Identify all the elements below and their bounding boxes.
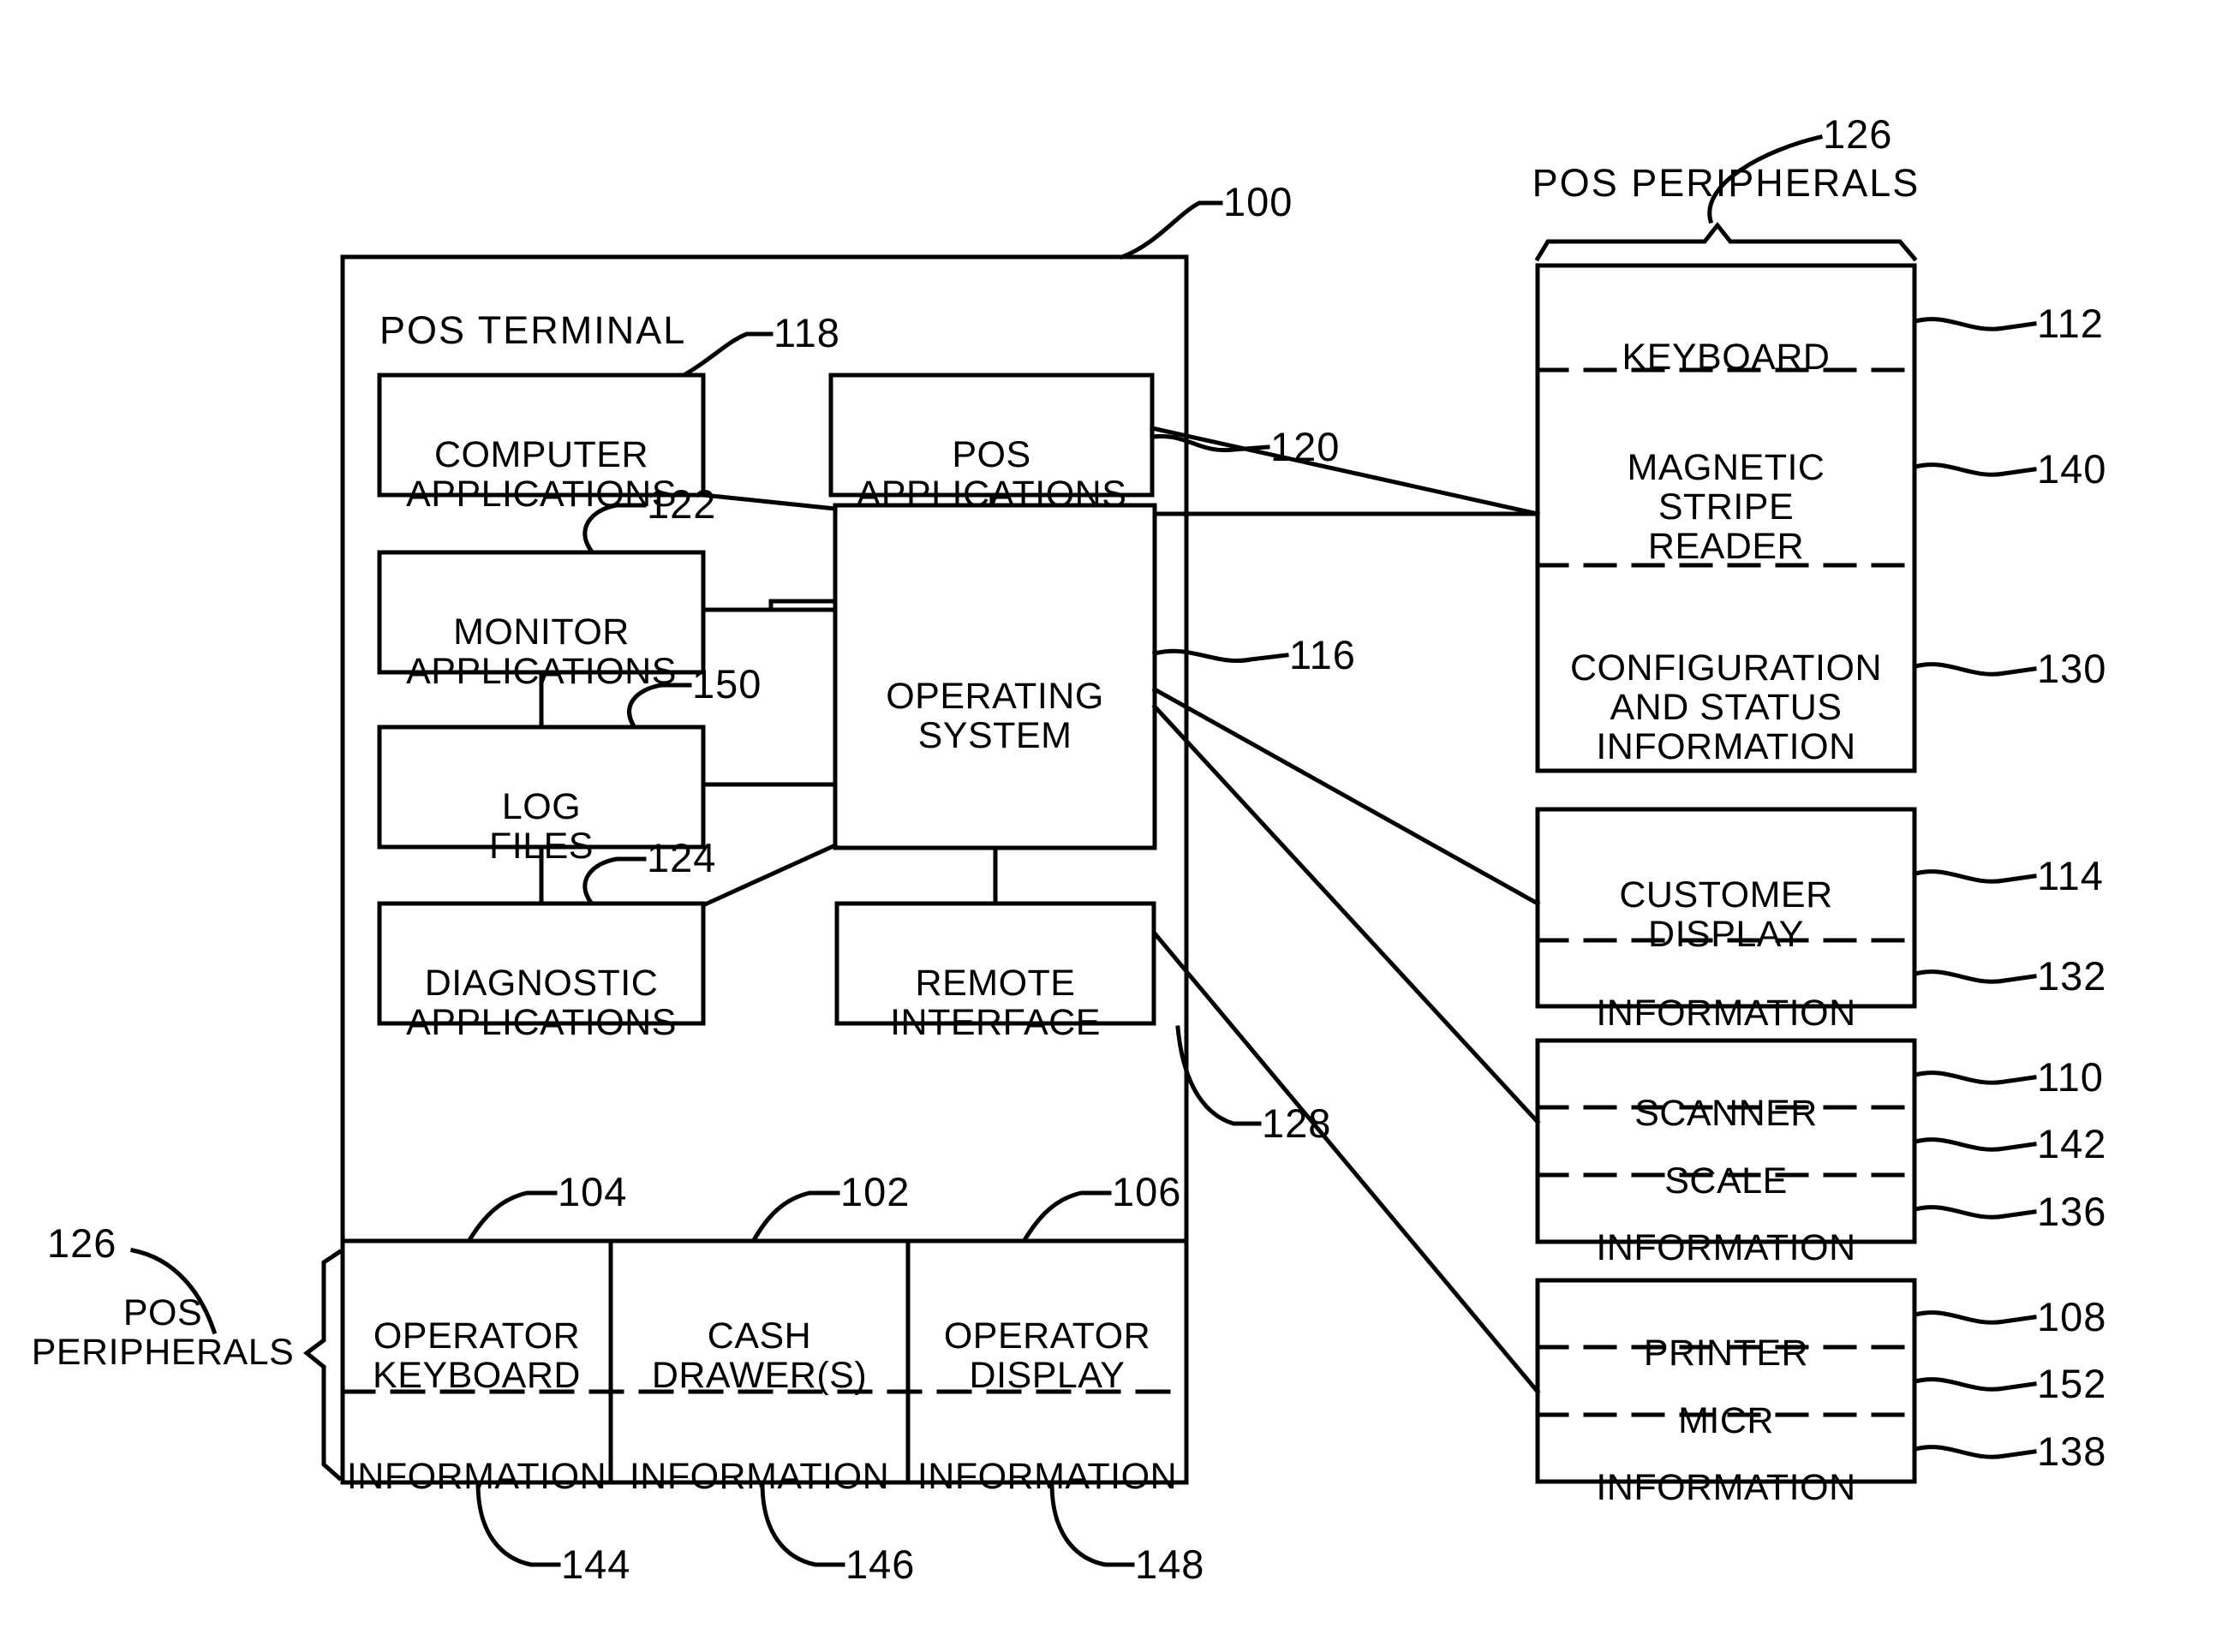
ref-number-120: 120: [1270, 424, 1341, 469]
diagnostic-applications-text: DIAGNOSTIC APPLICATIONS: [406, 963, 677, 1043]
ref-number-142: 142: [2037, 1121, 2107, 1166]
operating-system-label: OPERATING SYSTEM: [835, 505, 1155, 848]
ref-number-148: 148: [1135, 1542, 1205, 1587]
link-diagnostic-os: [700, 842, 839, 909]
remote-interface-label: REMOTE INTERFACE: [837, 904, 1154, 1042]
micr-label: MICR: [1538, 1347, 1914, 1440]
ref-130-leader: [1912, 662, 2037, 677]
ref-number-152: 152: [2037, 1361, 2107, 1406]
ref-138-leader: [1912, 1445, 2037, 1459]
ref-number-106: 106: [1112, 1169, 1182, 1214]
operating-system-text: OPERATING SYSTEM: [886, 676, 1104, 756]
ref-110-leader: [1912, 1071, 2037, 1085]
bottom-pos-peripherals-group-label: POS PERIPHERALS: [31, 1292, 295, 1373]
ref-number-130: 130: [2037, 646, 2107, 691]
operator-keyboard-information-label: INFORMATION: [343, 1392, 611, 1496]
monitor-applications-text: MONITOR APPLICATIONS: [406, 611, 677, 692]
configuration-and-status-information-label: CONFIGURATION AND STATUS INFORMATION: [1538, 565, 1914, 771]
ref-number-108: 108: [2037, 1294, 2107, 1339]
ref-132-leader: [1912, 969, 2037, 984]
ref-number-150: 150: [692, 661, 762, 707]
ref-number-136: 136: [2037, 1189, 2107, 1234]
operator-keyboard-label: OPERATOR KEYBOARD: [343, 1241, 611, 1395]
printer-label: PRINTER: [1538, 1280, 1914, 1373]
log-files-label: LOG FILES: [379, 727, 703, 866]
ref-106-leader: [1021, 1190, 1112, 1243]
link-os-customer-display: [1151, 686, 1541, 907]
ref-116-leader: [1151, 648, 1289, 663]
link-os-scanner: [1151, 703, 1541, 1125]
operator-display-information-label: INFORMATION: [908, 1392, 1186, 1496]
printer-information-label: INFORMATION: [1538, 1415, 1914, 1507]
ref-152-leader: [1912, 1377, 2037, 1392]
ref-100-leader: [1119, 200, 1223, 260]
keyboard-label: KEYBOARD: [1538, 265, 1914, 377]
link-os-printer: [1151, 930, 1541, 1395]
ref-140-leader: [1912, 462, 2037, 477]
right-peripherals-brace: [1534, 221, 1918, 262]
ref-104-leader: [466, 1190, 558, 1243]
link-posapps-msr: [1150, 426, 1540, 516]
ref-number-116: 116: [1289, 632, 1356, 677]
ref-number-126-bottom: 126: [47, 1220, 117, 1266]
ref-number-140: 140: [2037, 446, 2107, 492]
ref-112-leader: [1912, 317, 2037, 331]
ref-142-leader: [1912, 1137, 2037, 1152]
scanner-information-text: INFORMATION: [1596, 1227, 1856, 1268]
ref-number-114: 114: [2037, 853, 2104, 898]
ref-136-leader: [1912, 1205, 2037, 1220]
cash-drawers-label: CASH DRAWER(S): [611, 1241, 908, 1395]
operator-display-information-text: INFORMATION: [917, 1456, 1178, 1497]
scanner-label: SCANNER: [1538, 1041, 1914, 1133]
ref-number-118: 118: [774, 310, 840, 355]
ref-number-126-top: 126: [1823, 111, 1893, 157]
right-pos-peripherals-group-label: POS PERIPHERALS: [1532, 161, 1920, 205]
ref-number-132: 132: [2037, 953, 2107, 999]
ref-number-102: 102: [840, 1169, 911, 1214]
ref-number-146: 146: [845, 1542, 916, 1587]
printer-information-text: INFORMATION: [1596, 1467, 1856, 1508]
operator-display-label: OPERATOR DISPLAY: [908, 1241, 1186, 1395]
configuration-and-status-information-text: CONFIGURATION AND STATUS INFORMATION: [1569, 647, 1883, 767]
ref-114-leader: [1912, 869, 2037, 884]
ref-number-104: 104: [558, 1169, 628, 1214]
customer-display-information-text: INFORMATION: [1596, 992, 1856, 1034]
scanner-information-label: INFORMATION: [1538, 1175, 1914, 1267]
ref-number-138: 138: [2037, 1428, 2107, 1474]
ref-number-100: 100: [1223, 179, 1293, 224]
ref-number-124: 124: [647, 835, 717, 880]
ref-108-leader: [1912, 1310, 2037, 1325]
ref-102-leader: [750, 1190, 840, 1243]
ref-number-122: 122: [647, 481, 717, 527]
pos-applications-label: POS APPLICATIONS: [831, 375, 1152, 514]
bottom-peripherals-brace: [302, 1249, 343, 1482]
cash-drawers-information-text: INFORMATION: [629, 1456, 890, 1497]
pos-terminal-title: POS TERMINAL: [379, 308, 687, 352]
customer-display-information-label: INFORMATION: [1538, 940, 1914, 1032]
ref-number-128: 128: [1262, 1100, 1332, 1146]
cash-drawers-information-label: INFORMATION: [611, 1392, 908, 1496]
ref-number-112: 112: [2037, 301, 2104, 346]
diagnostic-applications-label: DIAGNOSTIC APPLICATIONS: [379, 904, 703, 1042]
ref-number-144: 144: [561, 1542, 631, 1587]
monitor-applications-label: MONITOR APPLICATIONS: [379, 552, 703, 691]
remote-interface-text: REMOTE INTERFACE: [890, 963, 1101, 1043]
patent-figure-sheet: POS TERMINAL COMPUTER APPLICATIONS POS A…: [0, 0, 2240, 1652]
customer-display-label: CUSTOMER DISPLAY: [1538, 809, 1914, 953]
ref-number-110: 110: [2037, 1054, 2104, 1100]
operator-keyboard-information-text: INFORMATION: [346, 1456, 607, 1497]
magnetic-stripe-reader-label: MAGNETIC STRIPE READER: [1538, 370, 1914, 566]
computer-applications-label: COMPUTER APPLICATIONS: [379, 375, 703, 514]
link-computerapps-os: [701, 492, 838, 511]
scale-label: SCALE: [1538, 1107, 1914, 1200]
